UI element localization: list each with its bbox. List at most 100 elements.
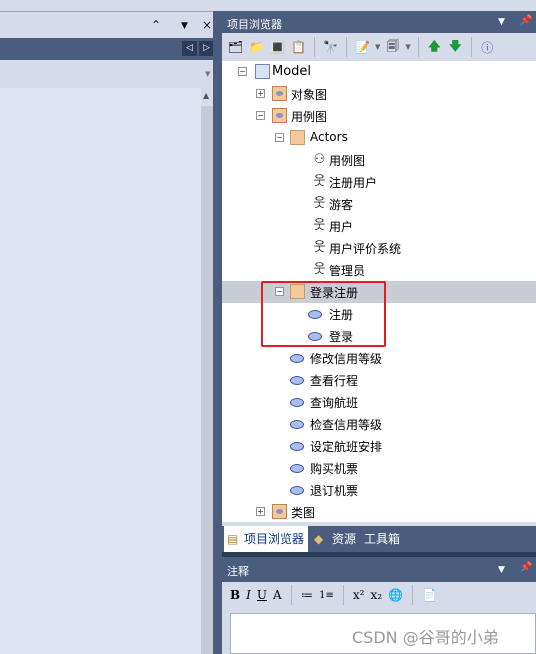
browser-toolbar: 🗂 📁 🔳 📋 🔭 📝 ▼ 🗐 ▼ 🡅 🡇 ⓘ bbox=[222, 33, 536, 61]
new-package-icon[interactable]: 📁 bbox=[248, 39, 265, 56]
usecase-icon bbox=[290, 464, 304, 473]
tab-resources[interactable]: ◆ 资源 bbox=[314, 526, 356, 552]
tree-item[interactable]: 检查信用等级 bbox=[222, 413, 536, 435]
splitter[interactable] bbox=[213, 11, 222, 654]
tree-item[interactable]: 웃 游客 bbox=[222, 193, 536, 215]
left-panel-header: ⌃ ▼ × bbox=[0, 11, 213, 38]
tree-item[interactable]: 查询航班 bbox=[222, 391, 536, 413]
tree-item[interactable]: − Model bbox=[222, 61, 536, 83]
tree-item-label: 修改信用等级 bbox=[310, 352, 383, 366]
underline-button[interactable]: U bbox=[257, 588, 267, 602]
triangle-down-icon[interactable]: ▼ bbox=[498, 565, 505, 575]
tree-item-label: 设定航班安排 bbox=[310, 440, 383, 454]
tree-item-label: 用户 bbox=[329, 220, 354, 234]
left-panel-content bbox=[0, 88, 213, 654]
tree-item[interactable]: 查看行程 bbox=[222, 369, 536, 391]
tree-item[interactable]: 웃 注册用户 bbox=[222, 171, 536, 193]
superscript-button[interactable]: x² bbox=[353, 588, 365, 602]
diagram-package-icon bbox=[272, 86, 287, 101]
tree-item[interactable]: 购买机票 bbox=[222, 457, 536, 479]
close-icon[interactable]: × bbox=[202, 18, 212, 32]
collapse-icon[interactable]: − bbox=[238, 67, 247, 76]
scroll-thumb[interactable] bbox=[201, 106, 213, 654]
diagram-package-icon bbox=[272, 108, 287, 123]
usecase-icon bbox=[290, 420, 304, 429]
usecase-icon bbox=[290, 354, 304, 363]
italic-button[interactable]: I bbox=[246, 588, 251, 602]
numbered-list-button[interactable]: 1≡ bbox=[319, 590, 334, 601]
left-panel-row: ▼ bbox=[0, 60, 213, 88]
usecase-icon bbox=[290, 486, 304, 495]
expand-icon[interactable]: + bbox=[256, 507, 265, 516]
tree-item-label: 对象图 bbox=[291, 88, 328, 102]
collapse-icon[interactable]: − bbox=[275, 133, 284, 142]
left-panel-tabbar: ◁ ▷ bbox=[0, 38, 214, 60]
usecase-icon bbox=[290, 398, 304, 407]
tree-item[interactable]: + 类图 bbox=[222, 501, 536, 523]
tree-item[interactable]: − 用例图 bbox=[222, 105, 536, 127]
triangle-down-icon[interactable]: ▼ bbox=[498, 17, 505, 27]
expand-icon[interactable]: + bbox=[256, 89, 265, 98]
tree-item[interactable]: 웃 管理员 bbox=[222, 259, 536, 281]
hyperlink-button[interactable]: 🌐 bbox=[388, 588, 403, 602]
triangle-down-icon[interactable]: ▼ bbox=[181, 21, 188, 31]
notes-toolbar: B I U A ≔ 1≡ x² x₂ 🌐 📄 bbox=[222, 582, 536, 608]
notes-title-bar: 注释 ▼ 📌 bbox=[222, 557, 536, 582]
tree-item[interactable]: 修改信用等级 bbox=[222, 347, 536, 369]
browser-title-bar: 项目浏览器 ▼ 📌 bbox=[222, 11, 536, 33]
actor-icon: 웃 bbox=[313, 196, 326, 211]
new-diagram-icon[interactable]: 🔳 bbox=[269, 39, 286, 56]
tree-item-label: 类图 bbox=[291, 506, 316, 520]
tree-item[interactable]: 웃 用户评价系统 bbox=[222, 237, 536, 259]
tree-item-label: Model bbox=[272, 64, 312, 79]
tree-item-label: Actors bbox=[310, 130, 348, 144]
usecase-icon bbox=[290, 376, 304, 385]
double-chevron-up-icon[interactable]: ⌃ bbox=[151, 18, 161, 32]
tree-item-label: 管理员 bbox=[329, 264, 366, 278]
move-up-icon[interactable]: 🡅 bbox=[426, 39, 443, 56]
scroll-up-icon[interactable]: ▲ bbox=[203, 91, 209, 100]
find-icon[interactable]: 🔭 bbox=[322, 39, 339, 56]
new-element-icon[interactable]: 📋 bbox=[290, 39, 307, 56]
new-model-icon[interactable]: 🗂 bbox=[227, 39, 244, 56]
resources-icon: ◆ bbox=[314, 532, 324, 546]
tree-item-label: 用户评价系统 bbox=[329, 242, 402, 256]
tree-item[interactable]: 웃 用户 bbox=[222, 215, 536, 237]
font-color-button[interactable]: A bbox=[273, 588, 282, 602]
collapse-icon[interactable]: − bbox=[256, 111, 265, 120]
browser-title: 项目浏览器 bbox=[227, 18, 282, 31]
highlight-box bbox=[261, 281, 386, 347]
tree-item-label: 查询航班 bbox=[310, 396, 359, 410]
document-button[interactable]: 📄 bbox=[422, 588, 437, 602]
class-package-icon bbox=[272, 504, 287, 519]
help-icon[interactable]: ⓘ bbox=[479, 39, 496, 56]
tree-item[interactable]: − Actors bbox=[222, 127, 536, 149]
tree-item[interactable]: 退订机票 bbox=[222, 479, 536, 501]
browser-tabs: ▤ 项目浏览器 ◆ 资源 工具箱 bbox=[222, 522, 536, 552]
bold-button[interactable]: B bbox=[230, 588, 240, 602]
bullet-list-button[interactable]: ≔ bbox=[301, 588, 313, 602]
usecase-icon bbox=[290, 442, 304, 451]
move-down-icon[interactable]: 🡇 bbox=[447, 39, 464, 56]
tab-project-browser[interactable]: ▤ 项目浏览器 bbox=[224, 526, 309, 552]
folder-icon: ▤ bbox=[227, 532, 239, 546]
copy-icon[interactable]: 🗐 bbox=[384, 39, 401, 56]
arrow-left-icon[interactable]: ◁ bbox=[182, 41, 197, 56]
folder-icon bbox=[290, 130, 305, 145]
arrow-right-icon[interactable]: ▷ bbox=[199, 41, 214, 56]
tree-item-label: 退订机票 bbox=[310, 484, 359, 498]
dropdown-icon[interactable]: ▼ bbox=[205, 70, 210, 78]
tab-toolbox[interactable]: 工具箱 bbox=[364, 526, 400, 552]
tree-item[interactable]: + 对象图 bbox=[222, 83, 536, 105]
tree-item-label: 游客 bbox=[329, 198, 354, 212]
pin-icon[interactable]: 📌 bbox=[520, 15, 532, 26]
model-icon bbox=[255, 64, 270, 79]
tree-item[interactable]: 设定航班安排 bbox=[222, 435, 536, 457]
tree-item[interactable]: ⚇ 用例图 bbox=[222, 149, 536, 171]
subscript-button[interactable]: x₂ bbox=[370, 588, 382, 602]
actor-icon: 웃 bbox=[313, 218, 326, 233]
watermark: CSDN @谷哥的小弟 bbox=[352, 628, 499, 647]
pin-icon[interactable]: 📌 bbox=[520, 562, 532, 573]
notes-title: 注释 bbox=[227, 565, 249, 578]
edit-icon[interactable]: 📝 bbox=[354, 39, 371, 56]
